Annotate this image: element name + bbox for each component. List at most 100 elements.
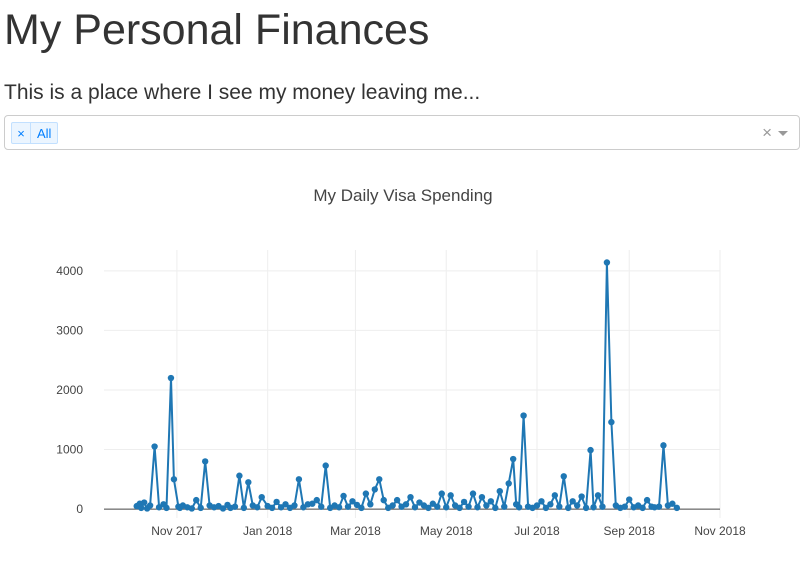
chart-title: My Daily Visa Spending xyxy=(313,186,492,205)
data-point xyxy=(380,496,387,504)
page-subtitle: This is a place where I see my money lea… xyxy=(4,81,481,104)
data-point xyxy=(295,476,303,483)
data-point xyxy=(492,504,499,512)
data-point xyxy=(201,458,209,465)
x-tick-label: Nov 2017 xyxy=(151,524,203,538)
data-point xyxy=(367,501,374,508)
data-point xyxy=(344,503,352,510)
data-point xyxy=(501,503,508,510)
data-point xyxy=(240,504,248,512)
data-point xyxy=(402,501,410,508)
x-tick-label: Sep 2018 xyxy=(604,524,656,538)
data-point xyxy=(268,504,276,512)
data-point xyxy=(151,443,158,450)
data-point xyxy=(447,492,454,499)
x-tick-label: Mar 2018 xyxy=(330,524,381,538)
selected-tag-label: All xyxy=(37,125,52,141)
y-tick-label: 0 xyxy=(76,502,83,516)
data-point xyxy=(639,504,646,512)
data-point xyxy=(599,503,606,510)
selected-tag-all: × All xyxy=(11,122,59,144)
data-point xyxy=(578,493,585,500)
data-point xyxy=(655,503,663,510)
data-point xyxy=(538,498,545,505)
data-point xyxy=(236,472,243,479)
data-point xyxy=(188,505,195,512)
data-point xyxy=(608,418,615,426)
data-point xyxy=(245,479,252,486)
data-point xyxy=(322,462,329,469)
data-point xyxy=(393,496,401,504)
data-point xyxy=(573,502,581,509)
data-point xyxy=(167,374,175,382)
y-tick-label: 2000 xyxy=(56,383,83,397)
data-point xyxy=(673,504,681,512)
data-point xyxy=(376,476,383,483)
data-point xyxy=(551,492,559,499)
dropdown-arrow-icon[interactable] xyxy=(778,131,788,136)
y-tick-label: 4000 xyxy=(56,264,83,278)
data-point xyxy=(358,504,365,512)
data-point xyxy=(520,412,527,419)
series-line xyxy=(136,261,678,510)
data-point xyxy=(362,490,370,497)
data-point xyxy=(496,488,503,495)
data-point xyxy=(443,504,450,511)
data-point xyxy=(140,499,148,506)
chart-plot-area xyxy=(133,259,681,512)
data-point xyxy=(456,504,463,512)
data-point xyxy=(146,502,154,509)
data-point xyxy=(626,496,633,503)
data-point xyxy=(643,496,651,504)
y-tick-label: 3000 xyxy=(56,323,83,337)
data-point xyxy=(556,503,563,510)
clear-selection-icon[interactable]: × xyxy=(762,123,772,143)
data-point xyxy=(197,504,204,512)
data-point xyxy=(547,501,554,508)
chart-axes: Nov 2017 Jan 2018 Mar 2018 May 2018 Jul 2018… xyxy=(56,264,746,538)
data-point xyxy=(474,504,481,511)
data-point xyxy=(594,492,602,499)
page-title: My Personal Finances xyxy=(4,6,430,54)
y-tick-label: 1000 xyxy=(56,443,83,457)
data-point xyxy=(193,496,200,504)
data-point xyxy=(465,503,472,510)
data-point xyxy=(603,259,611,266)
data-point xyxy=(469,490,477,497)
chart-gridlines xyxy=(104,250,721,518)
data-point xyxy=(231,503,239,510)
data-point xyxy=(137,504,145,512)
data-point xyxy=(340,492,347,500)
data-point xyxy=(565,504,572,512)
data-point xyxy=(621,503,628,510)
data-point xyxy=(313,496,320,504)
data-point xyxy=(438,490,445,497)
data-point xyxy=(434,503,441,510)
data-point xyxy=(273,498,280,506)
x-tick-label: Nov 2018 xyxy=(694,524,746,538)
data-point xyxy=(560,473,567,480)
data-point xyxy=(163,504,170,512)
data-point xyxy=(460,498,468,506)
data-point xyxy=(389,502,396,509)
data-point xyxy=(318,503,325,510)
data-point xyxy=(590,504,597,511)
data-point xyxy=(660,442,667,449)
data-point xyxy=(407,493,414,501)
data-point xyxy=(515,504,523,511)
x-tick-label: Jan 2018 xyxy=(243,524,293,538)
data-point xyxy=(258,493,265,501)
x-tick-label: May 2018 xyxy=(420,524,473,538)
data-point xyxy=(478,493,486,501)
daily-spending-chart[interactable]: My Daily Visa Spending Nov 2017 Jan 2018 M… xyxy=(0,160,805,560)
data-point xyxy=(411,504,419,511)
data-point xyxy=(291,502,298,509)
data-point xyxy=(587,446,594,454)
data-point xyxy=(170,476,178,483)
data-point xyxy=(505,480,512,487)
category-filter-dropdown[interactable]: × All × xyxy=(4,115,800,150)
data-point xyxy=(509,455,517,463)
remove-tag-icon[interactable]: × xyxy=(12,123,31,143)
data-point xyxy=(582,504,590,512)
data-point xyxy=(371,486,379,493)
